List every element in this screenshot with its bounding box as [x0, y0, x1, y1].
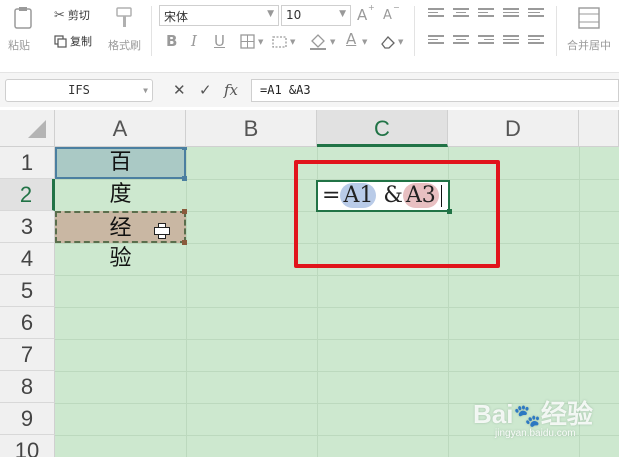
bold-icon[interactable]: B [166, 32, 177, 50]
watermark-url: jingyan.baidu.com [495, 428, 576, 439]
move-cursor-icon [154, 223, 170, 239]
row-header-1[interactable]: 1 [0, 147, 55, 179]
chevron-down-icon[interactable]: ▼ [290, 38, 295, 46]
column-header-e[interactable] [579, 110, 619, 147]
cut-label: 剪切 [67, 9, 90, 22]
italic-icon[interactable]: I [191, 32, 197, 50]
row-header-5[interactable]: 5 [0, 275, 55, 307]
cell-a3-corner-handle[interactable] [182, 209, 187, 214]
grid-line [186, 147, 187, 457]
scissors-icon: ✂ [54, 7, 65, 23]
merge-cells-icon [578, 7, 600, 29]
align-left-icon[interactable] [428, 35, 444, 47]
chevron-down-icon: ▼ [143, 86, 148, 95]
row-header-10[interactable]: 10 [0, 435, 55, 457]
strikethrough-format-icon[interactable] [272, 34, 288, 50]
formula-bar: IFS ▼ ✕ ✓ fx =A1 &A3 [0, 72, 619, 107]
decrease-font-size-icon[interactable]: A [383, 8, 392, 23]
chevron-down-icon[interactable]: ▼ [362, 38, 367, 46]
distributed-icon[interactable] [528, 35, 544, 47]
grid-line [55, 275, 619, 276]
font-name-select[interactable]: 宋体 ▼ [159, 5, 279, 26]
watermark-logo: Bai🐾经验 [473, 399, 593, 429]
copy-icon [54, 34, 67, 48]
cell-a1-corner-handle[interactable] [182, 147, 187, 150]
insert-function-icon[interactable]: fx [224, 81, 238, 99]
formula-input[interactable]: =A1 &A3 [251, 79, 619, 102]
row-header-8[interactable]: 8 [0, 371, 55, 403]
confirm-icon[interactable]: ✓ [199, 81, 212, 99]
ribbon-divider [151, 6, 152, 56]
format-painter-icon [116, 7, 132, 27]
chevron-down-icon[interactable]: ▼ [330, 38, 335, 46]
row-header-7[interactable]: 7 [0, 339, 55, 371]
select-all-icon [28, 120, 46, 138]
grid-line [55, 371, 619, 372]
copy-button[interactable]: 复制 [54, 33, 92, 49]
copy-label: 复制 [70, 35, 92, 48]
column-header-a[interactable]: A [55, 110, 186, 147]
row-header-9[interactable]: 9 [0, 403, 55, 435]
fill-color-icon[interactable] [309, 32, 327, 50]
format-painter-button[interactable]: 格式刷 [106, 4, 146, 54]
chevron-down-icon[interactable]: ▼ [398, 38, 403, 46]
chevron-down-icon: ▼ [267, 9, 274, 19]
underline-icon[interactable]: U [214, 32, 225, 50]
grid-line [55, 307, 619, 308]
baidu-watermark: Bai🐾经验 jingyan.baidu.com [473, 394, 613, 449]
highlight-annotation-box [294, 160, 500, 268]
font-color-icon[interactable]: A [346, 30, 356, 48]
paste-label: 粘贴 [8, 39, 30, 52]
ribbon-divider [556, 6, 557, 56]
row-header-6[interactable]: 6 [0, 307, 55, 339]
font-size-value: 10 [286, 8, 302, 22]
paste-icon [14, 7, 32, 29]
cancel-icon[interactable]: ✕ [173, 81, 186, 99]
ribbon-divider [414, 6, 415, 56]
worksheet-grid[interactable]: 百 度 经 验 = A1 & A3 Bai🐾经验 jingyan.baidu.com [55, 147, 619, 457]
name-box[interactable]: IFS ▼ [5, 79, 153, 102]
row-header-4[interactable]: 4 [0, 243, 55, 275]
grid-line [55, 339, 619, 340]
column-header-c[interactable]: C [317, 110, 448, 147]
paw-icon: 🐾 [513, 403, 541, 428]
format-painter-label: 格式刷 [108, 39, 141, 52]
justify-icon[interactable] [503, 35, 519, 47]
chevron-down-icon: ▼ [339, 9, 346, 19]
font-name-value: 宋体 [164, 10, 189, 24]
chevron-down-icon[interactable]: ▼ [258, 38, 263, 46]
decrease-font-size-arrow: − [393, 3, 400, 12]
align-top-icon[interactable] [428, 8, 444, 20]
cell-a1[interactable]: 百 [55, 147, 186, 179]
name-box-value: IFS [68, 83, 90, 97]
align-bottom-icon[interactable] [478, 8, 494, 20]
font-size-select[interactable]: 10 ▼ [281, 5, 351, 26]
cut-button[interactable]: ✂ 剪切 [54, 7, 90, 23]
merge-center-label: 合并居中 [567, 39, 611, 52]
align-middle-icon[interactable] [453, 8, 469, 20]
increase-font-size-icon[interactable]: A [357, 6, 367, 24]
ribbon-toolbar: 粘贴 ✂ 剪切 复制 格式刷 宋体 ▼ 10 ▼ A + A − B I U ▼… [0, 0, 619, 62]
merge-center-button[interactable]: 合并居中 [566, 4, 619, 54]
row-header-3[interactable]: 3 [0, 211, 55, 243]
cell-a4[interactable]: 验 [55, 243, 186, 275]
select-all-corner[interactable] [0, 110, 55, 147]
increase-font-size-arrow: + [368, 3, 375, 12]
align-center-icon[interactable] [453, 35, 469, 47]
wrap-text-icon[interactable] [528, 8, 544, 20]
align-right-icon[interactable] [478, 35, 494, 47]
eraser-icon[interactable] [380, 34, 396, 50]
row-header-2[interactable]: 2 [0, 179, 55, 211]
column-header-d[interactable]: D [448, 110, 579, 147]
column-header-b[interactable]: B [186, 110, 317, 147]
paste-button[interactable]: 粘贴 [6, 4, 40, 54]
top-align-icon[interactable] [503, 8, 519, 20]
borders-icon[interactable] [240, 34, 256, 50]
cell-a2[interactable]: 度 [55, 179, 186, 211]
